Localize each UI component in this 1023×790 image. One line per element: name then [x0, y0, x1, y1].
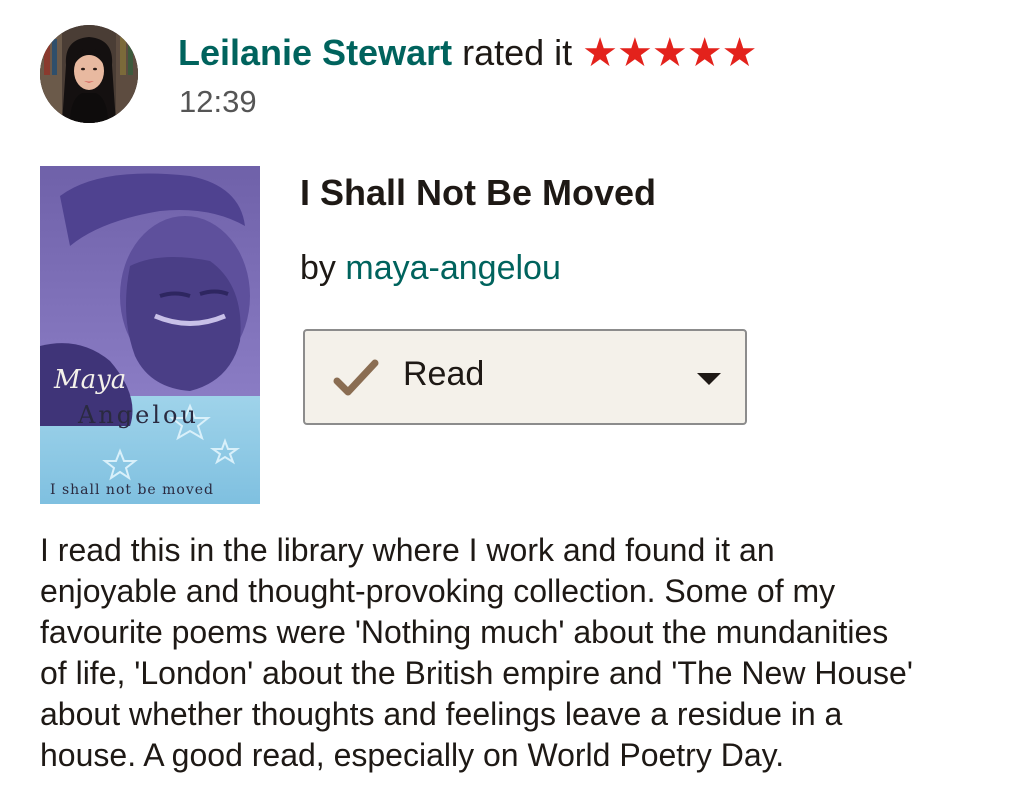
- cover-last-name: Angelou: [77, 401, 199, 429]
- star-icon: ★: [617, 31, 653, 75]
- chevron-down-icon: [697, 373, 721, 385]
- review-line: about whether thoughts and feelings leav…: [40, 696, 843, 732]
- book-title-link[interactable]: I Shall Not Be Moved: [300, 172, 656, 214]
- cover-title: I shall not be moved: [50, 482, 214, 498]
- book-cover[interactable]: Maya Angelou I shall not be moved: [40, 166, 260, 504]
- review-line: house. A good read, especially on World …: [40, 737, 785, 773]
- avatar-photo: [40, 25, 138, 123]
- star-icon: ★: [686, 31, 723, 75]
- shelf-status-label: Read: [403, 355, 485, 393]
- review-body: I read this in the library where I work …: [40, 530, 990, 776]
- rated-label: rated it: [462, 32, 573, 73]
- review-line: of life, 'London' about the British empi…: [40, 655, 913, 691]
- star-rating: ★ ★ ★ ★ ★: [582, 31, 758, 75]
- author-link[interactable]: maya-angelou: [345, 249, 560, 287]
- shelf-dropdown[interactable]: Read: [303, 329, 747, 425]
- star-icon: ★: [651, 31, 688, 75]
- timestamp: 12:39: [179, 84, 257, 119]
- star-icon: ★: [582, 31, 619, 75]
- byline: by maya-angelou: [300, 249, 561, 288]
- activity-header: Leilanie Stewart rated it ★ ★ ★ ★ ★: [178, 28, 758, 78]
- by-label: by: [300, 249, 336, 287]
- review-line: favourite poems were 'Nothing much' abou…: [40, 614, 889, 650]
- cover-first-name: Maya: [53, 365, 126, 395]
- user-name-link[interactable]: Leilanie Stewart: [178, 32, 452, 74]
- user-avatar[interactable]: [40, 25, 138, 123]
- star-icon: ★: [721, 31, 758, 75]
- book-cover-art: Maya Angelou I shall not be moved: [40, 166, 260, 504]
- checkmark-icon: [333, 359, 379, 396]
- review-line: I read this in the library where I work …: [40, 532, 775, 568]
- review-line: enjoyable and thought-provoking collecti…: [40, 573, 836, 609]
